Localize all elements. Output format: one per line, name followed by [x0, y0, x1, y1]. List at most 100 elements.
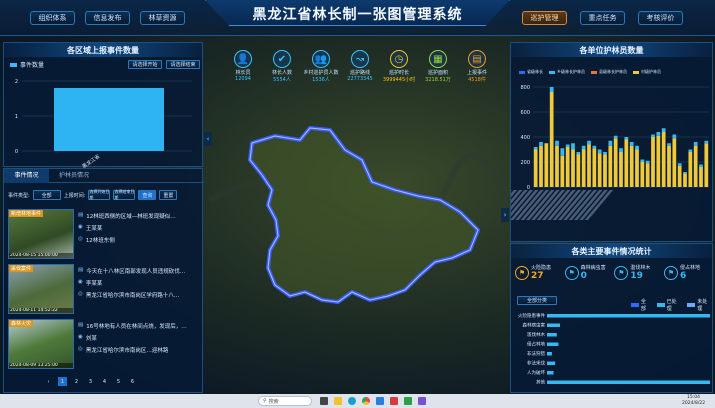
reset-button[interactable]: 重置 [159, 190, 178, 200]
nav-key-tasks[interactable]: 重点任务 [580, 11, 625, 25]
event-item[interactable]: 森林火灾 2024-08-09 13:25:00 ▤ 16号林地有人员在林间点烧，发现… [8, 319, 200, 374]
page-button[interactable]: 1 [58, 377, 67, 386]
page-button[interactable]: 4 [100, 377, 109, 386]
row-bar [547, 333, 557, 337]
nav-forest-resources[interactable]: 林草资源 [140, 11, 185, 25]
taskbar-search-text: 搜索 [268, 398, 279, 405]
bar-village-ranger [629, 145, 634, 187]
taskview-icon[interactable] [320, 397, 328, 405]
row-bar [547, 314, 710, 318]
route-icon: ↝ [351, 50, 369, 68]
category-select[interactable]: 全部分类 [517, 296, 557, 305]
nav-patrol-management[interactable]: 巡护管理 [522, 11, 567, 25]
bar-village-ranger [581, 149, 586, 187]
panel-title: 各区域上报事件数量 [4, 43, 202, 57]
location-icon: ◎ [78, 236, 83, 242]
stat-label: 巡护时长 [388, 70, 409, 76]
bar-village-ranger [608, 145, 613, 187]
event-item[interactable]: 新增林地事件 2024-08-15 15:00:00 ▤ 12林班西侧的区域—林班发现… [8, 209, 200, 264]
explorer-icon[interactable] [334, 397, 342, 405]
bar-township-ranger [571, 143, 575, 150]
bar-village-ranger [571, 149, 575, 187]
start-icon[interactable] [244, 397, 252, 405]
taskbar: ⚲ 搜索 15:04 2024/8/22 [0, 394, 715, 408]
chrome-icon[interactable] [362, 397, 370, 405]
bar-village-ranger [592, 148, 597, 187]
tab-events[interactable]: 事件情况 [4, 169, 49, 183]
stat-value: 12094 [235, 76, 251, 82]
end-date-input[interactable]: 选择结束日期 [113, 189, 136, 200]
event-stat-text: 火险隐患 27 [531, 264, 551, 281]
nav-org-system[interactable]: 组织体系 [30, 11, 75, 25]
stats-row: 👤 林长员 12094 ✔ 林长人数 5554人 👥 乡村巡护员人数 1536人 ↝ 巡护路线 227… [225, 50, 495, 92]
event-line2: 刘某 [85, 336, 97, 342]
clock[interactable]: 15:04 2024/8/22 [682, 395, 705, 407]
collapse-right-arrow-icon[interactable]: › [501, 208, 509, 222]
nav-assessment[interactable]: 考核评价 [638, 11, 683, 25]
event-photo[interactable]: 新增林地事件 2024-08-15 15:00:00 [8, 209, 74, 259]
tab-rangers[interactable]: 护林员情况 [49, 169, 99, 183]
legend-swatch [10, 62, 17, 67]
event-detail-line: ◎ 12林班东侧 [78, 236, 200, 244]
bar-township-ranger [592, 145, 597, 149]
app-icon[interactable] [390, 397, 398, 405]
event-time: 2024-08-15 15:00:00 [9, 253, 73, 258]
bar-village-ranger [624, 139, 629, 187]
taskbar-search[interactable]: ⚲ 搜索 [258, 396, 312, 406]
start-date-input[interactable]: 选择开始日期 [88, 189, 111, 200]
event-type-select[interactable]: 全部 [32, 190, 61, 200]
location-icon: ◎ [78, 346, 83, 352]
row-label: 滥伐林木 [527, 331, 545, 338]
event-details: ▤ 16号林地有人员在林间点烧，发现后，… ◉ 刘某 ◎ 黑龙江省哈尔滨市南岗区…迎林路 [78, 319, 200, 374]
event-photo[interactable]: 森林火灾 2024-08-09 13:25:00 [8, 319, 74, 369]
query-button[interactable]: 查询 [138, 190, 157, 200]
user-icon: ◉ [78, 334, 83, 340]
edge-icon[interactable] [348, 397, 356, 405]
bar-village-ranger [613, 138, 618, 187]
page-button[interactable]: 2 [72, 377, 81, 386]
location-icon: ◎ [78, 291, 83, 297]
bar-township-ranger [597, 149, 602, 154]
nav-info-publish[interactable]: 信息发布 [85, 11, 130, 25]
app-icon[interactable] [404, 397, 412, 405]
bar-village-ranger [587, 144, 591, 187]
page-button[interactable]: 6 [128, 377, 137, 386]
app-icon[interactable] [418, 397, 426, 405]
region-events-chart: 2 1 0 黑龙江省 [15, 79, 192, 168]
event-time: 2024-08-11 14:52:22 [9, 308, 73, 313]
y-tick-label: 400 [520, 135, 530, 141]
event-list: 新增林地事件 2024-08-15 15:00:00 ▤ 12林班西侧的区域—林班发现… [8, 209, 200, 374]
stat-item: ✔ 林长人数 5554人 [264, 50, 300, 92]
event-detail-line: ◉ 刘某 [78, 334, 200, 342]
bar-village-ranger [656, 135, 661, 187]
event-stat-text: 滥伐林木 19 [630, 264, 650, 281]
x-tick-label: 黑龙江省 [81, 153, 101, 168]
event-item[interactable]: 采伐案件 2024-08-11 14:52:22 ▤ 今天在十八林区南部发现人员违规砍… [8, 264, 200, 319]
bar-township-ranger [677, 163, 682, 166]
y-tick-label: 0 [15, 149, 18, 155]
event-line3: 黑龙江省哈尔滨市南岗区…迎林路 [85, 348, 169, 354]
page-button[interactable]: 5 [114, 377, 123, 386]
store-icon[interactable] [376, 397, 384, 405]
event-stats-panel: 各类主要事件情况统计 ⚑ 火险隐患 27 ⚑ 森林病虫害 0 ⚑ 滥伐林木 19 ⚑ 侵占林地 6 全… [510, 243, 713, 393]
event-stat-cards: ⚑ 火险隐患 27 ⚑ 森林病虫害 0 ⚑ 滥伐林木 19 ⚑ 侵占林地 6 [515, 264, 710, 281]
ranger-count-chart: 8006004002000 [511, 85, 709, 220]
bar-village-ranger [576, 154, 581, 187]
bar-village-ranger [667, 145, 671, 187]
row-bar [547, 380, 710, 384]
collapse-left-arrow-icon[interactable]: ‹ [204, 132, 212, 146]
event-photo[interactable]: 采伐案件 2024-08-11 14:52:22 [8, 264, 74, 314]
end-select[interactable]: 请选择结束 [166, 60, 200, 69]
event-stat-card: ⚑ 侵占林地 6 [663, 264, 710, 281]
start-select[interactable]: 请选择开始 [128, 60, 162, 69]
bar-township-ranger [651, 134, 655, 137]
page-button[interactable]: ‹ [44, 377, 53, 386]
event-stat-value: 27 [531, 271, 544, 281]
stat-label: 乡村巡护员人数 [303, 70, 339, 76]
event-tag: 新增林地事件 [9, 210, 44, 217]
legend-item: 省级林长 [519, 69, 543, 75]
bar-township-ranger [560, 148, 565, 156]
page-button[interactable]: 3 [86, 377, 95, 386]
bar-village-ranger [699, 167, 703, 187]
event-line2: 李某某 [85, 281, 103, 287]
